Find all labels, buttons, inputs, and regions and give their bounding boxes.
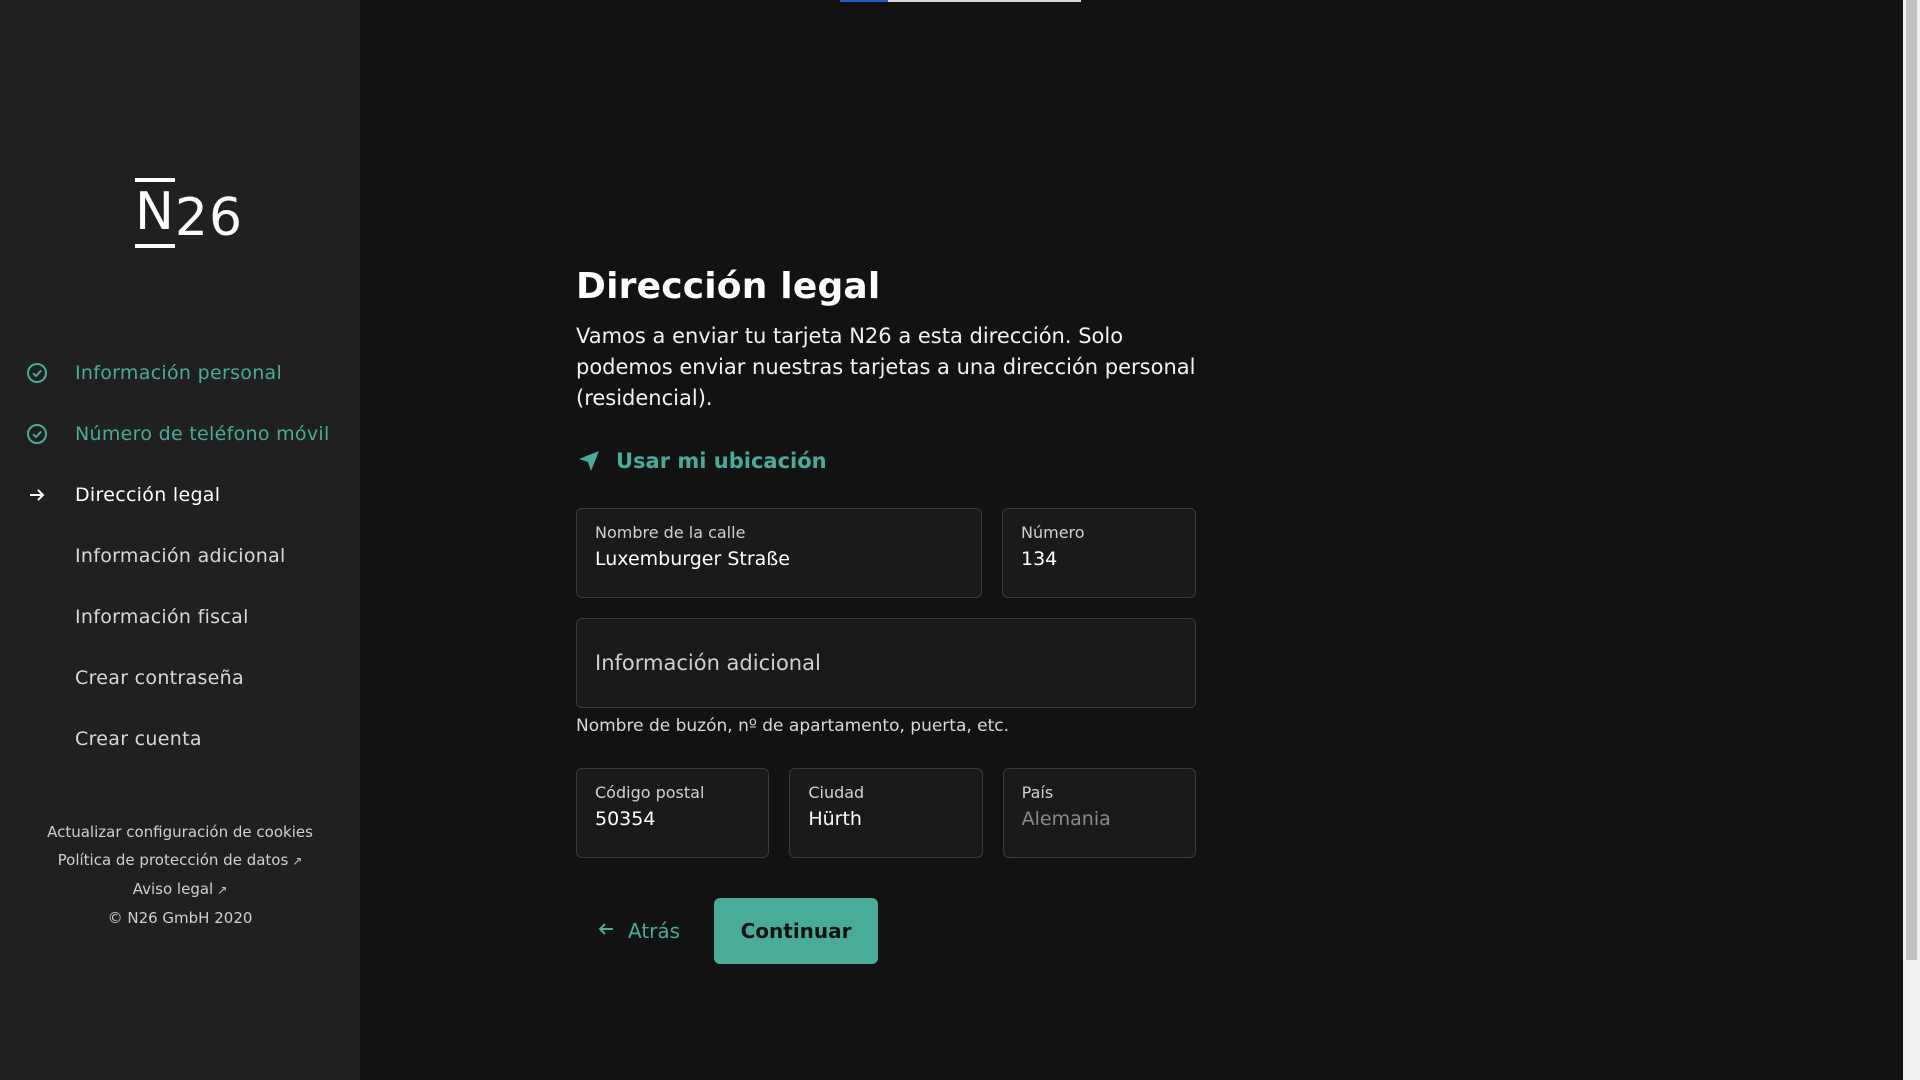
sidebar: N 26 Información personal Número de teléf… <box>0 0 360 1080</box>
back-button[interactable]: Atrás <box>576 898 700 964</box>
logo-number: 26 <box>174 188 244 248</box>
legal-notice-link[interactable]: Aviso legal ↗ <box>0 875 360 904</box>
progress-fill <box>840 0 889 2</box>
page-description: Vamos a enviar tu tarjeta N26 a esta dir… <box>576 324 1196 410</box>
step-crear-contrasena: Crear contraseña <box>0 647 360 708</box>
use-location-label: Usar mi ubicación <box>616 449 827 473</box>
step-informacion-adicional: Información adicional <box>0 525 360 586</box>
step-crear-cuenta: Crear cuenta <box>0 708 360 769</box>
step-label: Crear contraseña <box>75 666 244 689</box>
n26-logo[interactable]: N 26 <box>135 178 244 248</box>
scrollbar-thumb[interactable] <box>1906 0 1917 960</box>
step-informacion-fiscal: Información fiscal <box>0 586 360 647</box>
postal-code-value: 50354 <box>595 808 656 830</box>
additional-info-placeholder: Información adicional <box>595 651 821 675</box>
country-value: Alemania <box>1021 808 1111 830</box>
step-numero-telefono[interactable]: Número de teléfono móvil <box>0 403 360 464</box>
step-informacion-personal[interactable]: Información personal <box>0 342 360 403</box>
street-name-value: Luxemburger Straße <box>595 548 790 570</box>
arrow-right-icon <box>25 483 49 507</box>
form-actions: Atrás Continuar <box>576 898 1196 964</box>
country-label: País <box>1021 783 1054 802</box>
step-label: Crear cuenta <box>75 727 202 750</box>
back-label: Atrás <box>628 919 681 943</box>
page-title: Dirección legal <box>576 266 881 307</box>
page-scrollbar[interactable] <box>1903 0 1920 1080</box>
arrow-left-icon <box>596 919 616 944</box>
step-label: Información adicional <box>75 544 286 567</box>
city-field[interactable]: Ciudad Hürth <box>789 768 983 858</box>
logo-letter: N <box>135 178 175 248</box>
street-name-label: Nombre de la calle <box>595 523 746 542</box>
step-direccion-legal[interactable]: Dirección legal <box>0 464 360 525</box>
additional-info-field[interactable]: Información adicional <box>576 618 1196 708</box>
country-field: País Alemania <box>1002 768 1196 858</box>
external-link-icon: ↗ <box>217 883 228 897</box>
step-label: Dirección legal <box>75 483 221 506</box>
postal-code-field[interactable]: Código postal 50354 <box>576 768 770 858</box>
external-link-icon: ↗ <box>292 854 303 868</box>
additional-info-hint: Nombre de buzón, nº de apartamento, puer… <box>576 716 1010 736</box>
continue-button[interactable]: Continuar <box>714 898 879 964</box>
step-label: Número de teléfono móvil <box>75 422 330 445</box>
privacy-policy-link[interactable]: Política de protección de datos ↗ <box>0 846 360 875</box>
street-number-value: 134 <box>1021 548 1058 570</box>
street-number-field[interactable]: Número 134 <box>1002 508 1196 598</box>
footer-links: Actualizar configuración de cookies Polí… <box>0 818 360 932</box>
check-circle-icon <box>25 361 49 385</box>
postal-code-label: Código postal <box>595 783 705 802</box>
copyright-text: © N26 GmbH 2020 <box>107 909 253 927</box>
progress-steps: Información personal Número de teléfono … <box>0 342 360 769</box>
step-label: Información fiscal <box>75 605 249 628</box>
city-value: Hürth <box>808 808 862 830</box>
check-circle-icon <box>25 422 49 446</box>
main-content: Dirección legal Vamos a enviar tu tarjet… <box>576 266 1196 964</box>
privacy-label: Política de protección de datos <box>57 851 289 869</box>
legal-label: Aviso legal <box>132 880 214 898</box>
city-label: Ciudad <box>808 783 865 802</box>
location-arrow-icon <box>579 451 599 471</box>
step-label: Información personal <box>75 361 283 384</box>
top-progress-bar <box>840 0 1081 2</box>
cookies-settings-link[interactable]: Actualizar configuración de cookies <box>47 823 313 841</box>
use-location-link[interactable]: Usar mi ubicación <box>576 448 827 474</box>
street-name-field[interactable]: Nombre de la calle Luxemburger Straße <box>576 508 982 598</box>
street-number-label: Número <box>1021 523 1085 542</box>
